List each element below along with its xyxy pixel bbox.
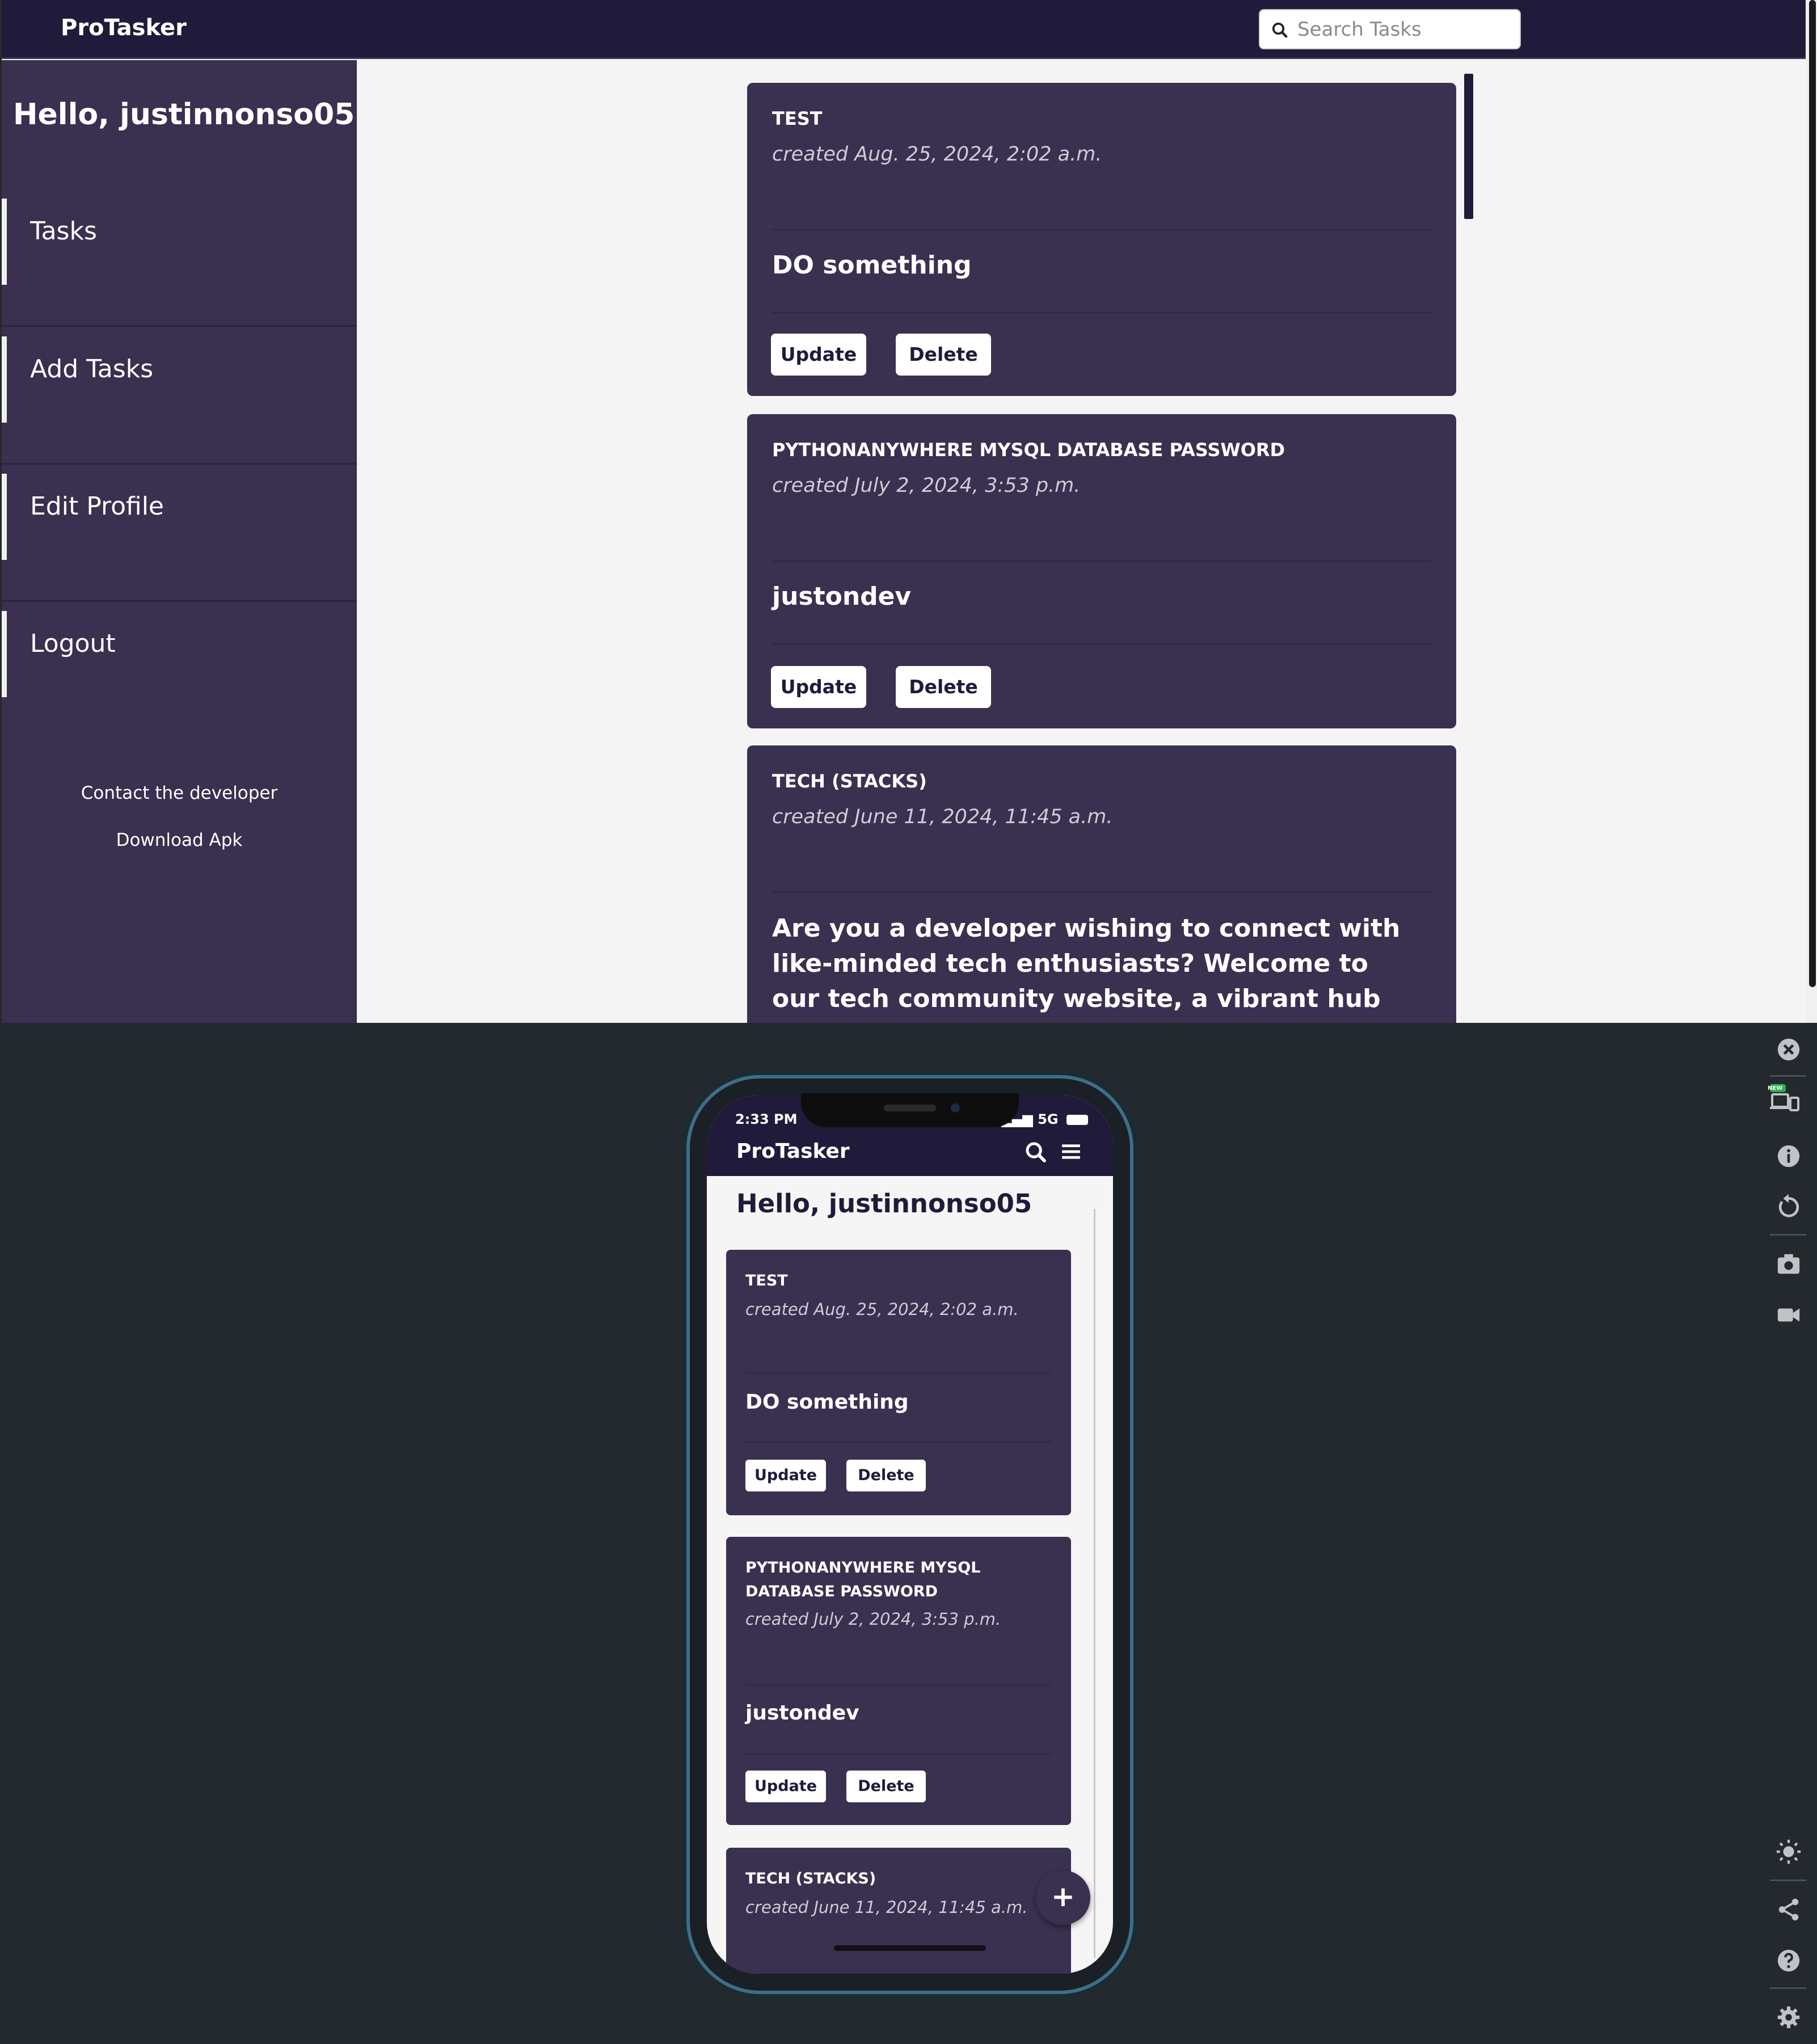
task-card: TECH (STACKS) created June 11, 2024, 11:… — [747, 745, 1456, 1023]
sidebar-indicator — [2, 199, 7, 285]
update-button[interactable]: Update — [745, 1771, 826, 1802]
divider — [772, 560, 1431, 562]
task-title: PYTHONANYWHERE MYSQL DATABASE PASSWORD — [772, 439, 1285, 461]
camera-icon[interactable] — [1776, 1251, 1802, 1277]
device-emulator: 2:33 PM ▂▄▆ 5G ProTasker Hello, justinno… — [0, 1023, 1817, 2044]
add-task-fab[interactable]: + — [1036, 1870, 1090, 1925]
brightness-icon[interactable] — [1776, 1839, 1802, 1865]
task-title: TEST — [772, 108, 823, 129]
sidebar-item-label: Tasks — [30, 217, 97, 246]
speaker-grille — [884, 1105, 936, 1111]
task-list: TEST created Aug. 25, 2024, 2:02 a.m. DO… — [357, 60, 1806, 1023]
divider — [772, 229, 1431, 230]
task-description: Are you a developer wishing to connect w… — [772, 914, 1401, 1023]
close-icon[interactable] — [1776, 1036, 1802, 1063]
sidebar-item-add-tasks[interactable]: Add Tasks — [2, 328, 357, 465]
sidebar-indicator — [2, 611, 7, 697]
scroll-track — [1094, 1209, 1095, 1958]
rotate-icon[interactable] — [1776, 1193, 1802, 1219]
sidebar-item-tasks[interactable]: Tasks — [2, 191, 357, 327]
user-greeting: Hello, justinnonso05 — [736, 1189, 1032, 1219]
contact-developer-link[interactable]: Contact the developer — [2, 783, 357, 803]
delete-button[interactable]: Delete — [846, 1460, 926, 1491]
search-icon — [1272, 22, 1288, 38]
new-badge: NEW — [1768, 1085, 1783, 1091]
delete-button[interactable]: Delete — [846, 1771, 926, 1802]
user-greeting: Hello, justinnonso05 — [13, 98, 355, 132]
search-icon[interactable] — [1025, 1141, 1047, 1164]
task-title: PYTHONANYWHERE MYSQL DATABASE PASSWORD — [745, 1559, 981, 1600]
mobile-navbar: ProTasker — [707, 1128, 1113, 1176]
sidebar-item-edit-profile[interactable]: Edit Profile — [2, 466, 357, 602]
task-description: DO something — [772, 251, 972, 280]
download-apk-link[interactable]: Download Apk — [2, 830, 357, 850]
help-icon[interactable] — [1776, 1948, 1802, 1974]
battery-icon — [1066, 1115, 1088, 1125]
task-card: PYTHONANYWHERE MYSQL DATABASE PASSWORD c… — [747, 414, 1456, 728]
home-indicator — [834, 1945, 986, 1951]
top-navbar: ProTasker — [2, 0, 1806, 59]
divider — [745, 1754, 1052, 1755]
task-created-date: created July 2, 2024, 3:53 p.m. — [772, 474, 1081, 497]
status-time: 2:33 PM — [735, 1111, 798, 1127]
info-icon[interactable] — [1776, 1143, 1802, 1169]
phone-notch — [801, 1093, 1019, 1127]
task-created-date: created July 2, 2024, 3:53 p.m. — [745, 1609, 1001, 1629]
brand-logo[interactable]: ProTasker — [736, 1140, 850, 1163]
sidebar-item-label: Edit Profile — [30, 492, 165, 521]
divider — [772, 312, 1431, 313]
sidebar-item-logout[interactable]: Logout — [2, 603, 357, 739]
update-button[interactable]: Update — [771, 666, 866, 708]
divider — [745, 1684, 1052, 1685]
toolbar-divider — [1770, 1234, 1806, 1236]
task-card: TEST created Aug. 25, 2024, 2:02 a.m. DO… — [726, 1250, 1071, 1515]
task-title: TEST — [745, 1272, 788, 1289]
phone-screen: 2:33 PM ▂▄▆ 5G ProTasker Hello, justinno… — [707, 1095, 1113, 1974]
task-card: PYTHONANYWHERE MYSQL DATABASE PASSWORD c… — [726, 1537, 1071, 1825]
task-title: TECH (STACKS) — [745, 1870, 876, 1887]
toolbar-divider — [1770, 1075, 1806, 1077]
divider — [772, 892, 1431, 893]
sidebar-item-label: Add Tasks — [30, 355, 154, 383]
sidebar-indicator — [2, 474, 7, 560]
network-type: 5G — [1038, 1111, 1059, 1127]
search-input[interactable] — [1297, 16, 1513, 43]
update-button[interactable]: Update — [745, 1460, 826, 1491]
task-list-scrollbar[interactable] — [1464, 74, 1473, 219]
sidebar-indicator — [2, 336, 7, 423]
task-created-date: created June 11, 2024, 11:45 a.m. — [772, 806, 1113, 828]
task-description: justondev — [772, 582, 912, 611]
settings-icon[interactable] — [1776, 2004, 1802, 2030]
task-created-date: created June 11, 2024, 11:45 a.m. — [745, 1898, 1028, 1917]
divider — [745, 1442, 1052, 1443]
delete-button[interactable]: Delete — [896, 666, 991, 708]
task-description: DO something — [745, 1390, 909, 1414]
sidebar: Hello, justinnonso05 Tasks Add Tasks Edi… — [2, 60, 357, 1023]
front-camera — [951, 1103, 960, 1112]
desktop-view: ProTasker Hello, justinnonso05 Tasks Add… — [0, 0, 1817, 1023]
video-icon[interactable] — [1776, 1302, 1802, 1328]
search-box[interactable] — [1259, 9, 1521, 49]
delete-button[interactable]: Delete — [896, 334, 991, 376]
task-card: TEST created Aug. 25, 2024, 2:02 a.m. DO… — [747, 83, 1456, 396]
task-description: justondev — [745, 1701, 859, 1725]
task-title: TECH (STACKS) — [772, 770, 927, 792]
divider — [745, 1372, 1052, 1373]
brand-logo[interactable]: ProTasker — [61, 15, 187, 41]
update-button[interactable]: Update — [771, 334, 866, 376]
divider — [772, 643, 1431, 644]
task-created-date: created Aug. 25, 2024, 2:02 a.m. — [772, 143, 1102, 166]
toolbar-divider — [1770, 1987, 1806, 1989]
menu-icon[interactable] — [1060, 1141, 1082, 1162]
task-card: TECH (STACKS) created June 11, 2024, 11:… — [726, 1848, 1071, 1974]
toolbar-divider — [1770, 1879, 1806, 1881]
sidebar-item-label: Logout — [30, 629, 116, 658]
task-created-date: created Aug. 25, 2024, 2:02 a.m. — [745, 1300, 1019, 1319]
page-scrollbar-thumb[interactable] — [1809, 0, 1816, 987]
share-icon[interactable] — [1776, 1897, 1802, 1923]
